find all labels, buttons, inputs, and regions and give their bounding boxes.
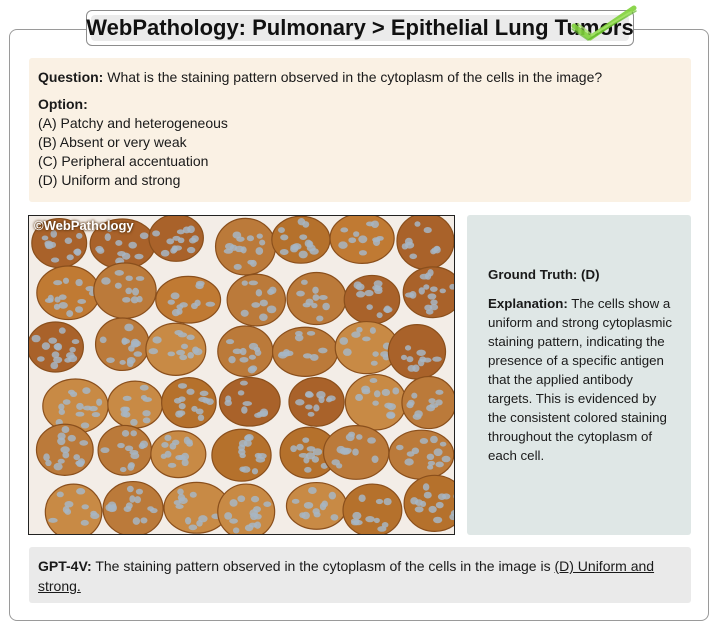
tissue-cluster bbox=[401, 375, 454, 430]
tissue-cluster bbox=[217, 325, 274, 378]
tissue-cluster bbox=[42, 378, 109, 434]
tissue-cluster bbox=[161, 376, 217, 429]
tissue-cluster bbox=[288, 376, 345, 427]
check-mark-icon bbox=[571, 5, 637, 41]
question-box: Question: What is the staining pattern o… bbox=[29, 58, 691, 202]
tissue-cluster bbox=[148, 216, 204, 262]
explanation-text: The cells show a uniform and strong cyto… bbox=[488, 296, 673, 463]
tissue-cluster bbox=[342, 483, 403, 534]
options-label: Option: bbox=[38, 96, 88, 112]
option-b: (B) Absent or very weak bbox=[38, 134, 187, 150]
question-label: Question: bbox=[38, 69, 104, 85]
answer-text: The staining pattern observed in the cyt… bbox=[95, 558, 551, 574]
tissue-cluster bbox=[387, 324, 447, 380]
option-d: (D) Uniform and strong bbox=[38, 172, 181, 188]
tissue-cluster bbox=[218, 376, 281, 427]
tissue-cluster bbox=[402, 266, 454, 319]
tissue-cluster bbox=[286, 271, 347, 326]
tissue-cluster bbox=[155, 275, 222, 324]
page-title: WebPathology: Pulmonary > Epithelial Lun… bbox=[86, 15, 634, 41]
tissue-cluster bbox=[226, 273, 287, 327]
tissue-cluster bbox=[107, 380, 163, 429]
tissue-cluster bbox=[211, 428, 272, 482]
ground-truth-box: Ground Truth: (D) Explanation: The cells… bbox=[467, 215, 691, 535]
explanation: Explanation: The cells show a uniform an… bbox=[488, 294, 677, 465]
micrograph-image: ©WebPathology bbox=[28, 215, 455, 535]
tissue-cluster bbox=[97, 424, 153, 476]
ground-truth-label: Ground Truth: (D) bbox=[488, 267, 600, 282]
tissue-cluster bbox=[343, 274, 401, 325]
tissue-cluster bbox=[36, 265, 101, 321]
tissue-cluster bbox=[93, 262, 157, 319]
explanation-label: Explanation: bbox=[488, 296, 568, 311]
tissue-cluster bbox=[285, 481, 348, 530]
tissue-cluster bbox=[150, 430, 207, 479]
title-box: WebPathology: Pulmonary > Epithelial Lun… bbox=[86, 10, 634, 46]
tissue-cluster bbox=[35, 423, 94, 476]
tissue-cluster bbox=[271, 216, 331, 264]
tissue-cluster bbox=[29, 321, 84, 373]
model-answer-box: GPT-4V: The staining pattern observed in… bbox=[29, 547, 691, 603]
option-c: (C) Peripheral accentuation bbox=[38, 153, 209, 169]
tissue-cluster bbox=[388, 429, 454, 480]
tissue-cluster bbox=[145, 322, 207, 376]
tissue-cluster bbox=[344, 373, 407, 431]
question-text: What is the staining pattern observed in… bbox=[107, 69, 603, 85]
tissue-cluster bbox=[271, 326, 339, 377]
tissue-cluster bbox=[329, 216, 395, 264]
image-watermark: ©WebPathology bbox=[34, 218, 134, 233]
question-line: Question: What is the staining pattern o… bbox=[38, 68, 682, 87]
tissue-cluster bbox=[44, 483, 103, 534]
tissue-cluster bbox=[396, 216, 454, 270]
tissue-cluster bbox=[94, 317, 150, 372]
tissue-cluster bbox=[322, 424, 390, 480]
option-a: (A) Patchy and heterogeneous bbox=[38, 115, 228, 131]
model-label: GPT-4V: bbox=[38, 558, 92, 574]
tissue-cluster bbox=[217, 483, 276, 534]
tissue-cluster bbox=[102, 480, 164, 534]
tissue-cluster bbox=[214, 217, 277, 276]
